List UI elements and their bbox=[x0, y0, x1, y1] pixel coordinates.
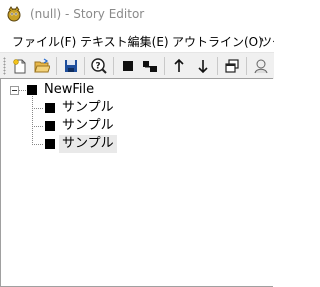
tree-connector bbox=[19, 90, 27, 91]
tree-node-root[interactable]: NewFile bbox=[44, 82, 94, 98]
tree-connector bbox=[32, 126, 44, 127]
save-icon bbox=[65, 60, 77, 72]
user-button[interactable] bbox=[251, 56, 271, 76]
new-file-button[interactable] bbox=[10, 56, 30, 76]
menu-file[interactable]: ファイル(F) bbox=[12, 33, 76, 50]
move-up-button[interactable] bbox=[169, 56, 189, 76]
toolbar-separator bbox=[113, 57, 114, 75]
open-button[interactable] bbox=[32, 56, 52, 76]
toolbar-separator bbox=[56, 57, 57, 75]
node-icon bbox=[27, 85, 37, 95]
collapse-toggle-icon[interactable] bbox=[10, 86, 19, 95]
menu-text-edit[interactable]: テキスト編集(E) bbox=[80, 33, 169, 50]
toolbar-separator bbox=[164, 57, 165, 75]
toolbar-separator bbox=[246, 57, 247, 75]
menu-tools[interactable]: ツー bbox=[260, 33, 274, 50]
add-node-icon bbox=[123, 61, 133, 71]
open-folder-icon bbox=[34, 58, 50, 73]
move-down-button[interactable] bbox=[193, 56, 213, 76]
node-icon bbox=[45, 121, 55, 131]
add-child-node-button[interactable] bbox=[140, 56, 160, 76]
tree-node[interactable]: サンプル bbox=[62, 100, 114, 116]
tree-node-selected[interactable]: サンプル bbox=[62, 136, 114, 152]
window-title: (null) - Story Editor bbox=[30, 7, 145, 21]
outline-tree[interactable]: NewFile サンプル サンプル サンプル bbox=[0, 78, 273, 287]
windows-icon bbox=[225, 59, 239, 73]
windows-button[interactable] bbox=[222, 56, 242, 76]
help-icon: ? bbox=[91, 58, 107, 74]
toolbar-separator bbox=[84, 57, 85, 75]
toolbar-separator bbox=[217, 57, 218, 75]
move-down-icon bbox=[198, 60, 208, 74]
user-icon bbox=[254, 59, 268, 74]
new-file-icon bbox=[13, 59, 26, 74]
title-bar: (null) - Story Editor bbox=[0, 0, 274, 30]
toolbar: ? bbox=[0, 52, 274, 79]
save-button[interactable] bbox=[61, 56, 81, 76]
svg-text:?: ? bbox=[95, 62, 100, 72]
move-up-icon bbox=[174, 58, 184, 72]
node-icon bbox=[45, 103, 55, 113]
node-icon bbox=[45, 139, 55, 149]
tree-connector bbox=[32, 108, 44, 109]
tree-node[interactable]: サンプル bbox=[62, 118, 114, 134]
menu-bar: ファイル(F) テキスト編集(E) アウトライン(O) ツー bbox=[0, 30, 274, 52]
add-child-node-icon bbox=[143, 61, 157, 72]
app-icon bbox=[7, 6, 21, 22]
menu-outline[interactable]: アウトライン(O) bbox=[172, 33, 263, 50]
tree-connector bbox=[32, 96, 33, 144]
tree-connector bbox=[32, 144, 44, 145]
help-button[interactable]: ? bbox=[89, 56, 109, 76]
toolbar-grip[interactable] bbox=[3, 57, 6, 75]
add-node-button[interactable] bbox=[118, 56, 138, 76]
